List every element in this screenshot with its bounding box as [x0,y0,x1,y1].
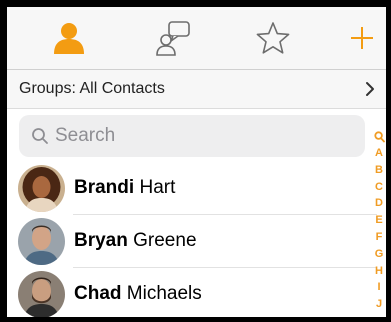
contact-name: Chad Michaels [74,283,202,304]
search-placeholder: Search [55,125,116,146]
index-letter[interactable]: D [375,195,383,212]
contacts-screen: Groups: All Contacts Search Brandi Hart [7,7,386,317]
contact-row[interactable]: Chad Michaels [7,268,377,317]
index-letter[interactable]: J [376,296,382,313]
person-icon [54,23,84,54]
tab-messages[interactable] [144,7,204,69]
avatar [18,271,65,317]
contact-name: Brandi Hart [74,177,176,198]
alphabet-index[interactable]: A B C D E F G H I J [372,131,386,313]
index-letter[interactable]: C [375,179,383,196]
index-letter[interactable]: A [375,145,383,162]
index-letter[interactable]: F [376,229,383,246]
tab-contacts[interactable] [39,7,99,69]
index-letter[interactable]: H [375,263,383,280]
index-search-icon[interactable] [373,131,385,143]
search-icon [32,128,48,144]
groups-label: Groups: All Contacts [19,80,165,97]
tab-favorites[interactable] [243,7,303,69]
index-letter[interactable]: E [375,212,382,229]
star-icon [256,22,290,54]
tab-bar [7,7,386,70]
groups-selector[interactable]: Groups: All Contacts [7,70,386,109]
index-letter[interactable]: B [375,162,383,179]
contact-row[interactable]: Bryan Greene [7,215,377,268]
contact-row[interactable]: Brandi Hart [7,162,377,215]
avatar [18,218,65,265]
contact-list: Brandi Hart Bryan Greene Chad Michaels [7,162,377,317]
index-letter[interactable]: G [375,246,384,263]
contact-name: Bryan Greene [74,230,197,251]
avatar [18,165,65,212]
chat-icon [156,21,190,56]
index-letter[interactable]: I [377,279,380,296]
chevron-right-icon [366,82,374,96]
plus-icon [351,27,373,49]
search-input[interactable]: Search [19,115,365,157]
add-contact-button[interactable] [337,7,386,69]
